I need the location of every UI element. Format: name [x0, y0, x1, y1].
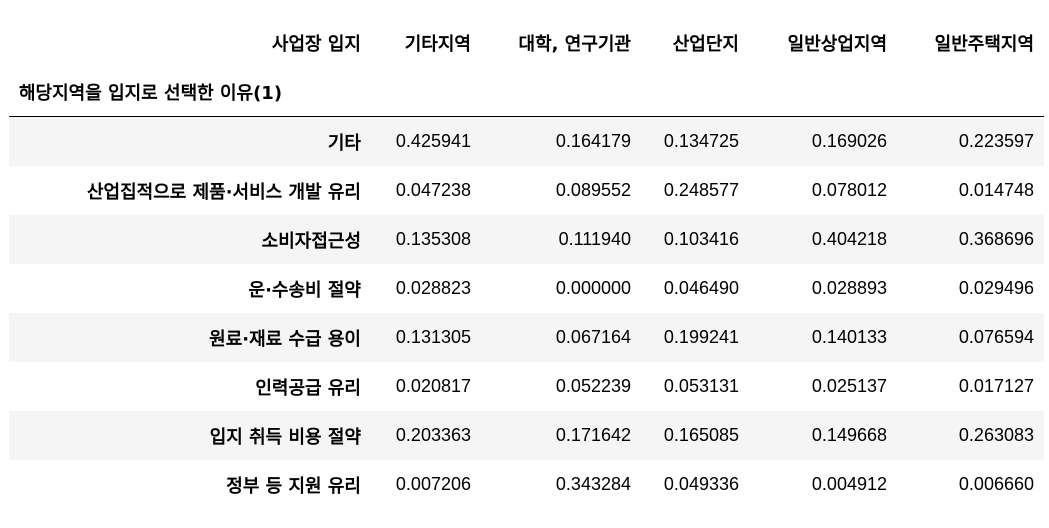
table-row: 소비자접근성 0.135308 0.111940 0.103416 0.4042…: [9, 215, 1044, 264]
column-header: 일반주택지역: [934, 33, 1034, 55]
table-cell: 0.028823: [395, 278, 471, 298]
table-cell: 0.049336: [663, 474, 739, 494]
row-label: 운·수송비 절약: [248, 279, 361, 301]
table-cell: 0.223597: [958, 131, 1034, 151]
row-label: 입지 취득 비용 절약: [209, 426, 361, 448]
table-cell: 0.067164: [555, 327, 631, 347]
dataframe-table: 사업장 입지 기타지역 대학, 연구기관 산업단지 일반상업지역 일반주택지역 …: [9, 18, 1044, 509]
table-row: 인력공급 유리 0.020817 0.052239 0.053131 0.025…: [9, 362, 1044, 411]
table-cell: 0.020817: [395, 376, 471, 396]
table-cell: 0.140133: [811, 327, 887, 347]
table-cell: 0.404218: [811, 229, 887, 249]
row-label: 정부 등 지원 유리: [226, 475, 361, 497]
table-cell: 0.368696: [958, 229, 1034, 249]
table-cell: 0.103416: [663, 229, 739, 249]
columns-name: 사업장 입지: [271, 33, 361, 55]
table-body: 기타 0.425941 0.164179 0.134725 0.169026 0…: [9, 116, 1044, 510]
table-row: 원료·재료 수급 용이 0.131305 0.067164 0.199241 0…: [9, 313, 1044, 362]
row-label: 산업집적으로 제품·서비스 개발 유리: [86, 181, 361, 203]
row-label: 원료·재료 수급 용이: [209, 328, 361, 350]
table-cell: 0.017127: [958, 376, 1034, 396]
table-cell: 0.046490: [663, 278, 739, 298]
table-cell: 0.425941: [395, 131, 471, 151]
table-cell: 0.131305: [395, 327, 471, 347]
table-cell: 0.135308: [395, 229, 471, 249]
column-header: 산업단지: [672, 33, 739, 55]
table-cell: 0.089552: [555, 180, 631, 200]
table-cell: 0.014748: [958, 180, 1034, 200]
column-header: 대학, 연구기관: [518, 33, 631, 55]
table-cell: 0.053131: [663, 376, 739, 396]
table-row: 산업집적으로 제품·서비스 개발 유리 0.047238 0.089552 0.…: [9, 166, 1044, 215]
table-cell: 0.025137: [811, 376, 887, 396]
row-label: 기타: [327, 132, 361, 154]
table-cell: 0.029496: [958, 278, 1034, 298]
table-cell: 0.000000: [555, 278, 631, 298]
table-cell: 0.007206: [395, 474, 471, 494]
table-cell: 0.134725: [663, 131, 739, 151]
table-cell: 0.149668: [811, 425, 887, 445]
table-cell: 0.052239: [555, 376, 631, 396]
table-row: 기타 0.425941 0.164179 0.134725 0.169026 0…: [9, 116, 1044, 166]
column-header: 일반상업지역: [787, 33, 887, 55]
table-cell: 0.343284: [555, 474, 631, 494]
table-cell: 0.169026: [811, 131, 887, 151]
table-cell: 0.006660: [958, 474, 1034, 494]
table-cell: 0.199241: [663, 327, 739, 347]
row-label: 소비자접근성: [261, 230, 361, 252]
table-cell: 0.028893: [811, 278, 887, 298]
table-row: 입지 취득 비용 절약 0.203363 0.171642 0.165085 0…: [9, 411, 1044, 460]
table-cell: 0.164179: [555, 131, 631, 151]
table-cell: 0.047238: [395, 180, 471, 200]
dataframe-view: 사업장 입지 기타지역 대학, 연구기관 산업단지 일반상업지역 일반주택지역 …: [0, 0, 1049, 528]
table-cell: 0.076594: [958, 327, 1034, 347]
table-cell: 0.203363: [395, 425, 471, 445]
column-header: 기타지역: [404, 33, 471, 55]
table-cell: 0.248577: [663, 180, 739, 200]
table-cell: 0.004912: [811, 474, 887, 494]
row-label: 인력공급 유리: [255, 377, 361, 399]
table-cell: 0.111940: [558, 229, 631, 249]
table-header: 사업장 입지 기타지역 대학, 연구기관 산업단지 일반상업지역 일반주택지역 …: [9, 18, 1044, 117]
column-header-row: 사업장 입지 기타지역 대학, 연구기관 산업단지 일반상업지역 일반주택지역: [9, 18, 1044, 67]
table-cell: 0.165085: [663, 425, 739, 445]
table-row: 운·수송비 절약 0.028823 0.000000 0.046490 0.02…: [9, 264, 1044, 313]
table-cell: 0.171642: [555, 425, 631, 445]
index-name-row: 해당지역을 입지로 선택한 이유(1): [9, 67, 1044, 117]
index-name: 해당지역을 입지로 선택한 이유(1): [19, 82, 283, 104]
table-row: 정부 등 지원 유리 0.007206 0.343284 0.049336 0.…: [9, 460, 1044, 509]
table-cell: 0.263083: [958, 425, 1034, 445]
table-cell: 0.078012: [811, 180, 887, 200]
